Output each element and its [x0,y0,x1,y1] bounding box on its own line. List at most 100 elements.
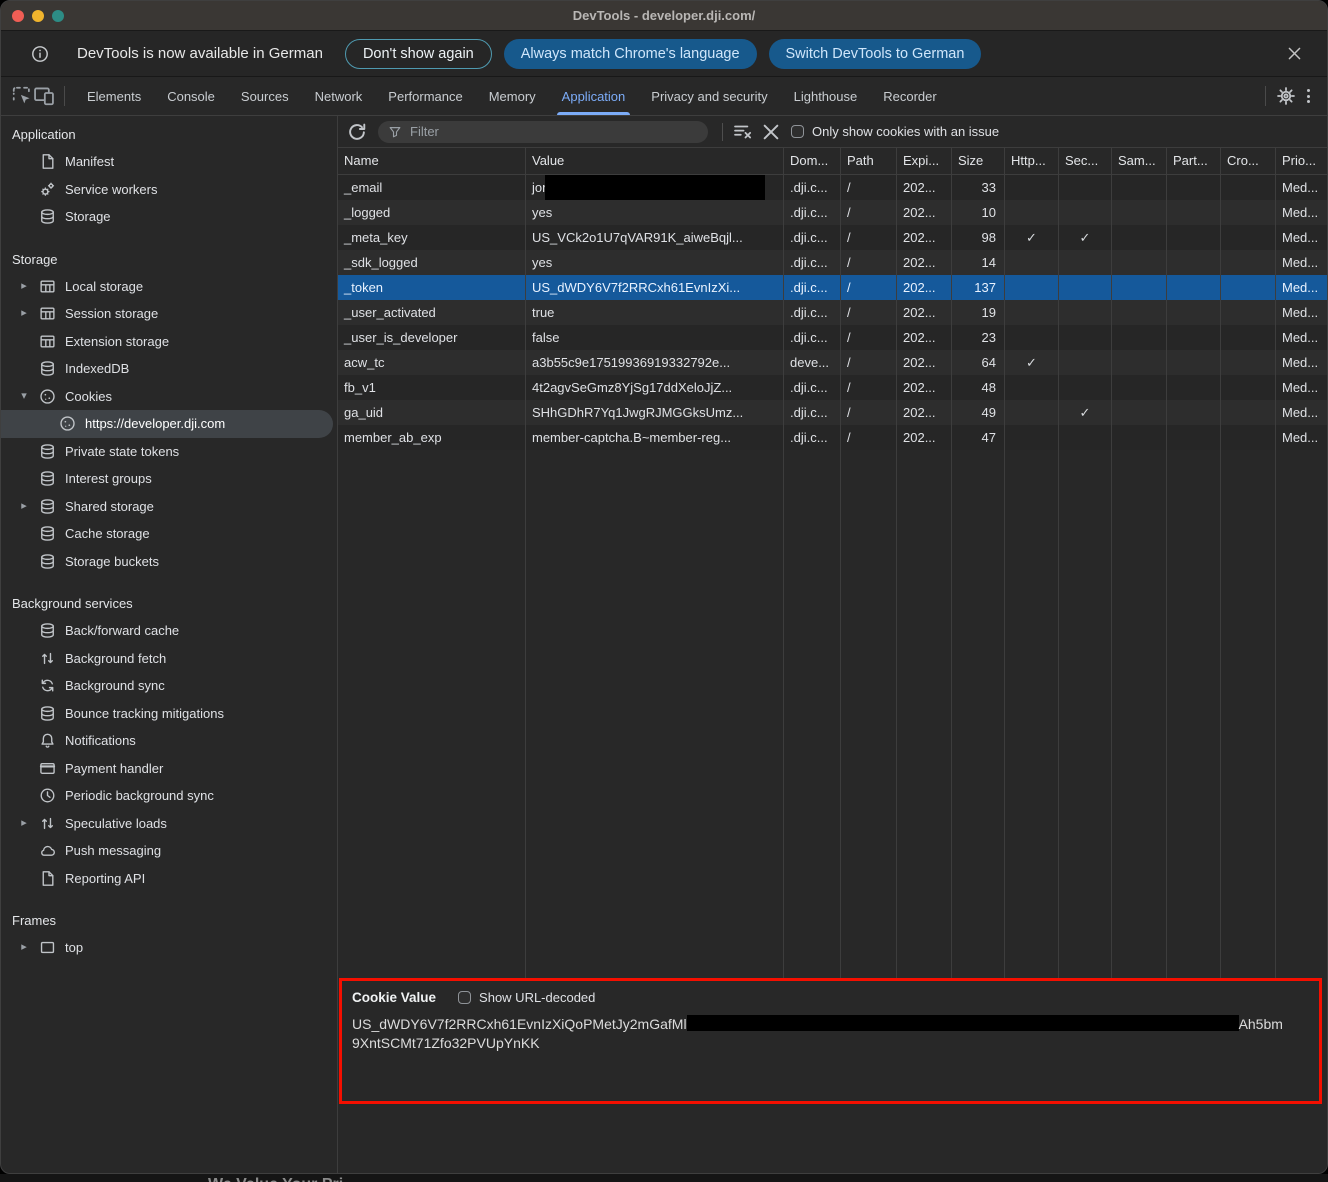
cell-partition[interactable] [1167,350,1221,375]
sidebar-item-service-workers[interactable]: Service workers [1,176,337,204]
cell-value[interactable]: SHhGDhR7Yq1JwgRJMGGksUmz... [526,400,784,425]
cell-path[interactable]: / [841,400,897,425]
cell-secure[interactable]: ✓ [1059,400,1112,425]
cell-size[interactable]: 49 [952,400,1005,425]
cell-cross[interactable] [1221,175,1276,200]
column-header-samesite[interactable]: Sam... [1112,148,1167,175]
cell-samesite[interactable] [1112,300,1167,325]
cell-path[interactable]: / [841,200,897,225]
cell-expires[interactable]: 202... [897,250,952,275]
delete-cookies-icon[interactable] [760,121,782,143]
cell-priority[interactable]: Med... [1276,350,1328,375]
column-header-name[interactable]: Name [338,148,526,175]
sidebar-item-push-messaging[interactable]: Push messaging [1,837,337,865]
cell-cross[interactable] [1221,400,1276,425]
cell-cross[interactable] [1221,300,1276,325]
cell-cross[interactable] [1221,375,1276,400]
sidebar-item-interest-groups[interactable]: Interest groups [1,465,337,493]
tab-application[interactable]: Application [549,77,639,115]
cell-domain[interactable]: .dji.c... [784,425,841,450]
cookie-row-user-activated[interactable]: _user_activatedtrue.dji.c.../202...19Med… [338,300,1327,325]
cell-name[interactable]: member_ab_exp [338,425,526,450]
tab-elements[interactable]: Elements [74,77,154,115]
cell-priority[interactable]: Med... [1276,200,1328,225]
cell-path[interactable]: / [841,175,897,200]
sidebar-item-bounce-tracking-mitigations[interactable]: Bounce tracking mitigations [1,700,337,728]
cell-name[interactable]: _user_activated [338,300,526,325]
cell-expires[interactable]: 202... [897,350,952,375]
settings-gear-icon[interactable] [1275,85,1297,107]
minimize-window-button[interactable] [32,10,44,22]
cell-samesite[interactable] [1112,325,1167,350]
cell-expires[interactable]: 202... [897,175,952,200]
column-header-priority[interactable]: Prio... [1276,148,1328,175]
only-issue-checkbox[interactable] [791,125,804,138]
cell-size[interactable]: 137 [952,275,1005,300]
cookie-row-fb-v1[interactable]: fb_v14t2agvSeGmz8YjSg17ddXeloJjZ....dji.… [338,375,1327,400]
cell-partition[interactable] [1167,300,1221,325]
cell-samesite[interactable] [1112,225,1167,250]
cell-partition[interactable] [1167,425,1221,450]
more-options-icon[interactable] [1297,85,1319,107]
cookie-row-token[interactable]: _tokenUS_dWDY6V7f2RRCxh61EvnIzXi....dji.… [338,275,1327,300]
cookie-row-meta-key[interactable]: _meta_keyUS_VCk2o1U7qVAR91K_aiweBqjl....… [338,225,1327,250]
cell-name[interactable]: acw_tc [338,350,526,375]
cookie-row-logged[interactable]: _loggedyes.dji.c.../202...10Med... [338,200,1327,225]
cell-partition[interactable] [1167,175,1221,200]
tab-network[interactable]: Network [302,77,376,115]
cell-cross[interactable] [1221,425,1276,450]
cell-path[interactable]: / [841,225,897,250]
sidebar-item-storage-buckets[interactable]: Storage buckets [1,548,337,576]
cell-path[interactable]: / [841,275,897,300]
sidebar-item-https-developer-dji-com[interactable]: https://developer.dji.com [1,410,333,438]
cell-value[interactable]: yes [526,250,784,275]
cookie-row-user-is-developer[interactable]: _user_is_developerfalse.dji.c.../202...2… [338,325,1327,350]
cell-samesite[interactable] [1112,350,1167,375]
tab-console[interactable]: Console [154,77,228,115]
sidebar-item-local-storage[interactable]: ▸Local storage [1,273,337,301]
cell-samesite[interactable] [1112,400,1167,425]
sidebar-item-periodic-background-sync[interactable]: Periodic background sync [1,782,337,810]
cell-samesite[interactable] [1112,375,1167,400]
cell-secure[interactable] [1059,250,1112,275]
cookie-row-email[interactable]: _emailjor.dji.c.../202...33Med... [338,175,1327,200]
sidebar-item-background-fetch[interactable]: Background fetch [1,645,337,673]
cell-path[interactable]: / [841,300,897,325]
cell-name[interactable]: _meta_key [338,225,526,250]
sidebar-item-cookies[interactable]: ▾Cookies [1,383,337,411]
cell-domain[interactable]: .dji.c... [784,275,841,300]
cell-partition[interactable] [1167,250,1221,275]
sidebar-item-private-state-tokens[interactable]: Private state tokens [1,438,337,466]
cell-cross[interactable] [1221,350,1276,375]
tab-recorder[interactable]: Recorder [870,77,949,115]
cell-expires[interactable]: 202... [897,400,952,425]
cell-path[interactable]: / [841,425,897,450]
cell-samesite[interactable] [1112,200,1167,225]
chevron-right-icon[interactable]: ▸ [17,493,31,521]
show-url-decoded-checkbox[interactable] [458,991,471,1004]
column-header-path[interactable]: Path [841,148,897,175]
cell-size[interactable]: 10 [952,200,1005,225]
cell-expires[interactable]: 202... [897,275,952,300]
cell-size[interactable]: 64 [952,350,1005,375]
cookie-row-acw-tc[interactable]: acw_tca3b55c9e17519936919332792e...deve.… [338,350,1327,375]
cell-secure[interactable] [1059,200,1112,225]
close-window-button[interactable] [12,10,24,22]
chevron-right-icon[interactable]: ▸ [17,273,31,301]
sidebar-item-manifest[interactable]: Manifest [1,148,337,176]
cell-secure[interactable] [1059,375,1112,400]
cell-expires[interactable]: 202... [897,300,952,325]
cookie-row-sdk-logged[interactable]: _sdk_loggedyes.dji.c.../202...14Med... [338,250,1327,275]
cell-secure[interactable] [1059,350,1112,375]
cell-priority[interactable]: Med... [1276,400,1328,425]
cell-samesite[interactable] [1112,275,1167,300]
tab-memory[interactable]: Memory [476,77,549,115]
sidebar-item-notifications[interactable]: Notifications [1,727,337,755]
sidebar-item-background-sync[interactable]: Background sync [1,672,337,700]
cell-value[interactable]: false [526,325,784,350]
cell-path[interactable]: / [841,375,897,400]
column-header-domain[interactable]: Dom... [784,148,841,175]
column-header-secure[interactable]: Sec... [1059,148,1112,175]
chevron-right-icon[interactable]: ▸ [17,934,31,962]
cell-priority[interactable]: Med... [1276,250,1328,275]
